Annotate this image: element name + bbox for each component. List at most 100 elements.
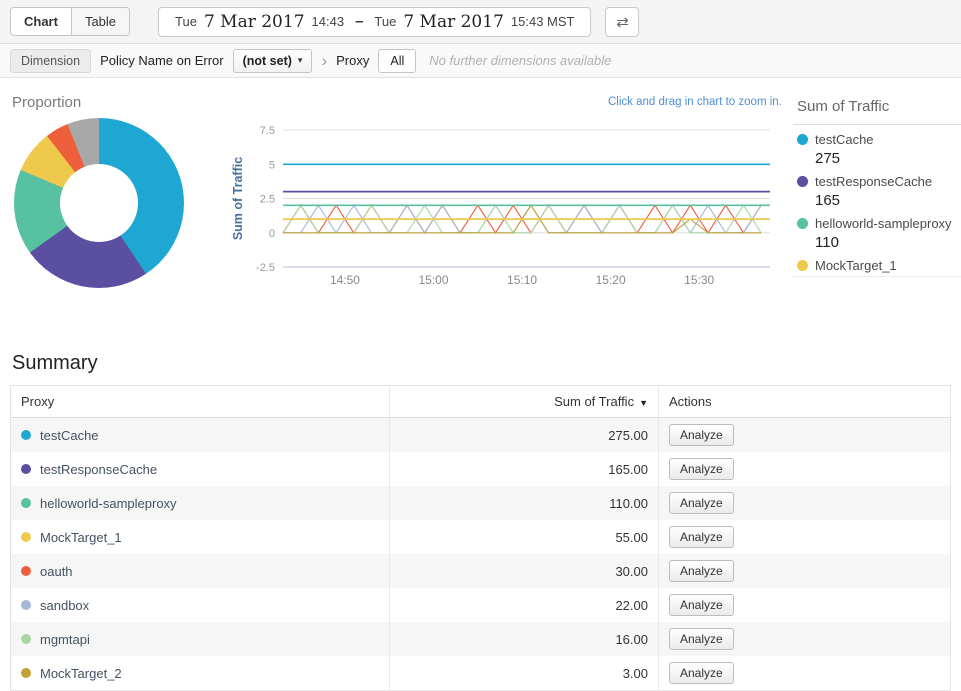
series-color-dot [797,260,808,271]
analyze-button[interactable]: Analyze [669,594,734,616]
table-row: testResponseCache165.00Analyze [11,452,951,486]
traffic-value: 16.00 [390,622,659,656]
view-toggle: Chart Table [10,7,130,36]
table-row: sandbox 22.00 Analyze [11,588,951,622]
chart-view-button[interactable]: Chart [11,8,71,35]
proxy-name: oauth [40,564,73,579]
table-row: oauth 30.00 Analyze [11,554,951,588]
svg-text:-2.5: -2.5 [256,262,275,274]
table-header-row: Proxy Sum of Traffic ▼ Actions [11,386,951,418]
proxy-name: mgmtapi [40,632,90,647]
table-row: MockTarget_2 3.00 Analyze [11,656,951,691]
analyze-button[interactable]: Analyze [669,526,734,548]
proxy-name: sandbox [40,598,89,613]
sort-desc-icon: ▼ [639,398,648,408]
table-row: MockTarget_1 55.00 Analyze [11,520,951,554]
summary-section: Summary Proxy Sum of Traffic ▼ Actions te… [0,352,961,691]
series-name: MockTarget_1 [815,258,897,273]
proxy-name: MockTarget_1 [40,530,122,545]
dimension-name: Policy Name on Error [100,53,224,68]
start-date: 7 Mar 2017 [204,12,305,32]
column-header-actions: Actions [659,386,951,418]
series-color-dot [21,668,31,678]
table-row: helloworld-sampleproxy110.00Analyze [11,486,951,520]
traffic-value: 3.00 [390,656,659,691]
caret-down-icon: ▾ [298,55,303,66]
svg-text:2.5: 2.5 [260,194,275,206]
svg-text:15:30: 15:30 [684,273,714,287]
legend-item[interactable]: MockTarget_155 [793,251,961,277]
column-header-proxy[interactable]: Proxy [11,386,390,418]
legend-item[interactable]: helloworld-sampleproxy110 [793,209,961,251]
date-range-picker[interactable]: Tue 7 Mar 2017 14:43 – Tue 7 Mar 2017 15… [158,7,591,37]
proxy-name: testCache [40,428,99,443]
series-color-dot [21,634,31,644]
toolbar: Chart Table Tue 7 Mar 2017 14:43 – Tue 7… [0,0,961,44]
proportion-donut[interactable] [14,118,184,288]
refresh-icon: ⇄ [616,13,629,31]
traffic-value: 22.00 [390,588,659,622]
chart-legend: Sum of Traffic testCache275testResponseC… [793,92,961,277]
series-color-dot [21,566,31,576]
end-date: 7 Mar 2017 [403,12,504,32]
start-day: Tue [175,14,197,29]
series-color-dot [21,430,31,440]
summary-table: Proxy Sum of Traffic ▼ Actions testCache 2… [10,385,951,691]
series-color-dot [21,498,31,508]
svg-text:15:00: 15:00 [419,273,449,287]
dimension-value-dropdown[interactable]: (not set) ▾ [233,49,313,73]
dimension-label: Dimension [10,49,91,73]
chevron-right-icon: › [321,52,327,69]
table-row: mgmtapi16.00Analyze [11,622,951,656]
svg-text:14:50: 14:50 [330,273,360,287]
dimension-selected-value: (not set) [243,54,292,68]
traffic-value: 165.00 [390,452,659,486]
dimensions-note: No further dimensions available [429,53,611,68]
refresh-button[interactable]: ⇄ [605,7,639,37]
analyze-button[interactable]: Analyze [669,458,734,480]
svg-text:Sum of Traffic: Sum of Traffic [231,157,245,240]
table-view-button[interactable]: Table [71,8,129,35]
series-value: 275 [797,150,961,167]
series-color-dot [797,176,808,187]
proxy-name: MockTarget_2 [40,666,122,681]
legend-title: Sum of Traffic [793,92,961,125]
table-row: testCache 275.00 Analyze [11,418,951,453]
svg-text:0: 0 [269,228,275,240]
end-time: 15:43 MST [511,14,575,29]
series-color-dot [797,218,808,229]
summary-title: Summary [12,352,951,375]
analyze-button[interactable]: Analyze [669,662,734,684]
summary-table-body: testCache275.00AnalyzetestResponseCache1… [11,418,951,691]
analyze-button[interactable]: Analyze [669,560,734,582]
svg-text:5: 5 [269,159,275,171]
svg-text:15:10: 15:10 [507,273,537,287]
series-value: 165 [797,192,961,209]
series-value: 110 [797,234,961,251]
series-name: testResponseCache [815,174,932,189]
drill-value-button[interactable]: All [378,49,416,73]
traffic-value: 275.00 [390,418,659,453]
proportion-label: Proportion [12,94,81,111]
traffic-line-chart[interactable]: 7.552.50-2.514:5015:0015:1015:2015:30Sum… [228,114,818,292]
traffic-value: 30.00 [390,554,659,588]
date-range-separator: – [355,13,363,30]
svg-text:15:20: 15:20 [596,273,626,287]
legend-item[interactable]: testCache 275 [793,125,961,167]
column-header-traffic[interactable]: Sum of Traffic ▼ [390,386,659,418]
traffic-value: 55.00 [390,520,659,554]
series-color-dot [21,532,31,542]
series-color-dot [21,600,31,610]
analyze-button[interactable]: Analyze [669,492,734,514]
legend-item[interactable]: testResponseCache 165 [793,167,961,209]
traffic-column-label: Sum of Traffic [554,394,634,409]
legend-items: testCache 275 testResponseCache 165hellowor… [793,125,961,277]
zoom-hint: Click and drag in chart to zoom in. [608,96,782,108]
end-day: Tue [374,14,396,29]
chart-panel: Proportion Click and drag in chart to zo… [0,78,961,340]
analyze-button[interactable]: Analyze [669,424,734,446]
series-name: testCache [815,132,874,147]
traffic-value: 110.00 [390,486,659,520]
dimension-bar: Dimension Policy Name on Error (not set)… [0,44,961,78]
start-time: 14:43 [312,14,345,29]
